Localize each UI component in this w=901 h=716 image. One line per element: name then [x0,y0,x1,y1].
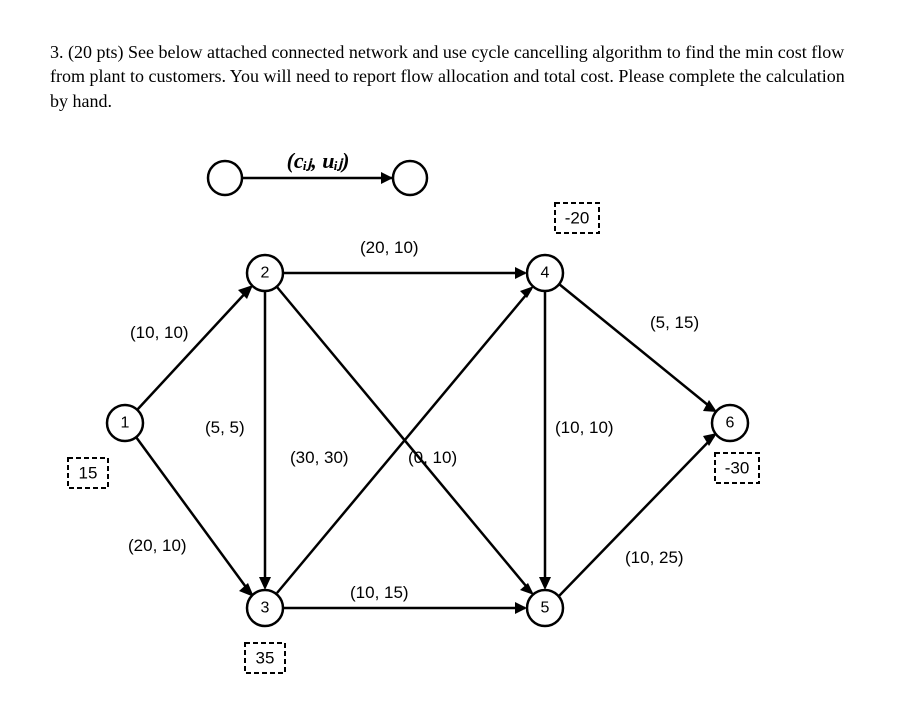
edge-4-5: (10, 10) [539,291,614,590]
legend-group: (cᵢⱼ, uᵢⱼ) [208,153,427,195]
supply-box-4: -20 [555,203,599,233]
network-diagram: (cᵢⱼ, uᵢⱼ) (10, 10) (20, 10) (5, 5) (20,… [50,153,850,703]
edge-1-2-label: (10, 10) [130,323,189,342]
edge-3-5-label: (10, 15) [350,583,409,602]
edge-5-6-label: (10, 25) [625,548,684,567]
edge-2-4-label: (20, 10) [360,238,419,257]
node-6: 6 [712,405,748,441]
node-1: 1 [107,405,143,441]
edge-2-5-label: (0, 10) [408,448,457,467]
svg-text:-30: -30 [725,458,750,477]
supply-box-3: 35 [245,643,285,673]
svg-text:2: 2 [261,264,270,281]
edge-3-5: (10, 15) [283,583,527,614]
svg-text:5: 5 [541,599,550,616]
edge-2-4: (20, 10) [283,238,527,279]
edge-2-3-label: (5, 5) [205,418,245,437]
edge-1-2: (10, 10) [130,285,253,410]
node-2: 2 [247,255,283,291]
svg-text:1: 1 [121,414,130,431]
edge-1-3: (20, 10) [128,437,254,597]
question-points: (20 pts) [68,42,124,62]
question-body: See below attached connected network and… [50,42,845,111]
supply-box-6: -30 [715,453,759,483]
svg-text:-20: -20 [565,208,590,227]
edge-1-3-label: (20, 10) [128,536,187,555]
node-3: 3 [247,590,283,626]
edge-5-6: (10, 25) [559,433,717,596]
svg-text:3: 3 [261,599,270,616]
question-text: 3. (20 pts) See below attached connected… [50,40,851,113]
node-5: 5 [527,590,563,626]
node-4: 4 [527,255,563,291]
legend-label: (cᵢⱼ, uᵢⱼ) [287,153,350,173]
svg-text:4: 4 [541,264,550,281]
supply-box-1: 15 [68,458,108,488]
edge-4-5-label: (10, 10) [555,418,614,437]
svg-text:15: 15 [79,463,98,482]
svg-text:35: 35 [256,648,275,667]
svg-text:6: 6 [726,414,735,431]
edge-3-4-label: (30, 30) [290,448,349,467]
question-number: 3. [50,42,64,62]
edge-4-6: (5, 15) [559,284,717,412]
edge-4-6-label: (5, 15) [650,313,699,332]
